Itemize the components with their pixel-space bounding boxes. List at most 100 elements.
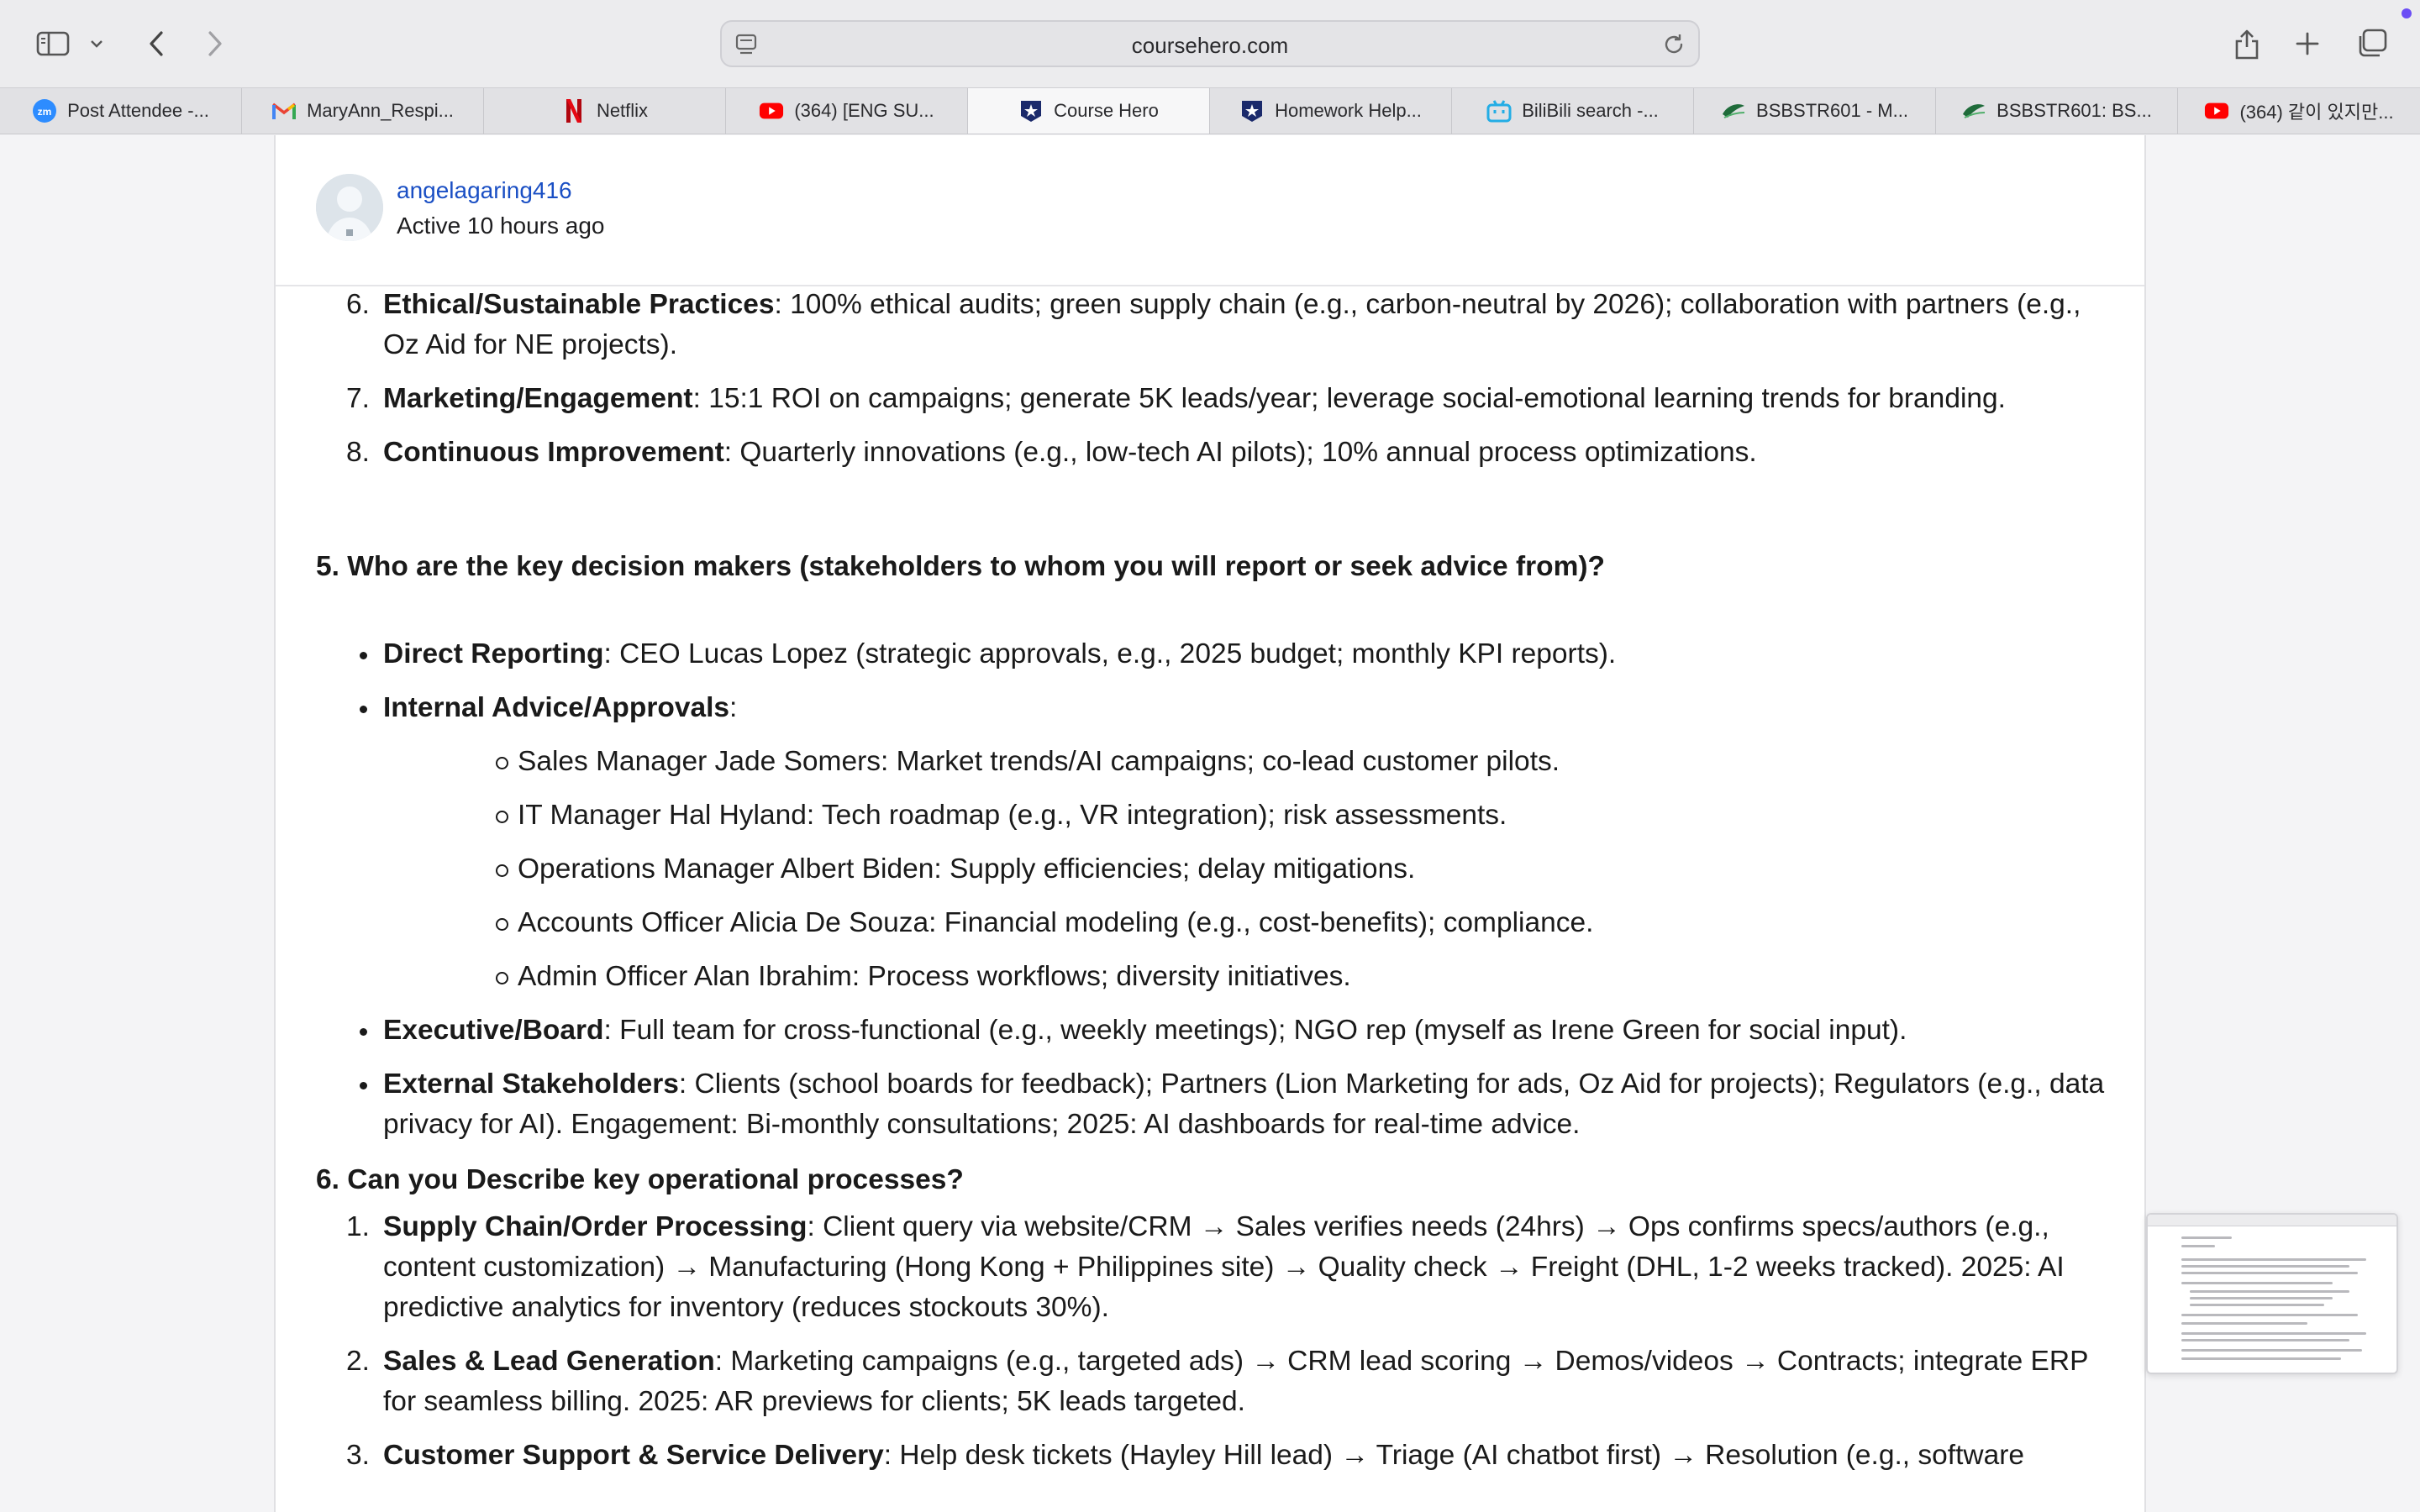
tab-course-hero[interactable]: Course Hero — [968, 88, 1210, 134]
tab-label: (364) [ENG SU... — [794, 100, 934, 121]
tab-bsbstr601-bs[interactable]: BSBSTR601: BS... — [1936, 88, 2178, 134]
tab-label: Netflix — [596, 100, 649, 121]
coursehero-icon — [1018, 98, 1044, 123]
sub-list-item: Admin Officer Alan Ibrahim: Process work… — [383, 957, 2114, 997]
internal-advisors-list: Sales Manager Jade Somers: Market trends… — [383, 742, 2114, 997]
tab-label: BSBSTR601: BS... — [1996, 100, 2152, 121]
tab-label: (364) 같이 있지만... — [2239, 102, 2394, 123]
item-term: Marketing/Engagement — [383, 383, 693, 414]
coursehero-icon — [1239, 98, 1265, 123]
screenshot-thumbnail[interactable] — [2146, 1213, 2398, 1374]
list-item: 6. Ethical/Sustainable Practices: 100% et… — [316, 285, 2114, 365]
thumbnail-line — [2181, 1236, 2232, 1239]
tab-youtube-korean[interactable]: (364) 같이 있지만... — [2178, 88, 2420, 134]
thumbnail-line — [2181, 1332, 2366, 1335]
thumbnail-line — [2181, 1322, 2307, 1325]
svg-text:zm: zm — [38, 106, 52, 118]
goals-list: 6. Ethical/Sustainable Practices: 100% et… — [316, 285, 2114, 473]
list-item: 8. Continuous Improvement: Quarterly inno… — [316, 433, 2114, 473]
question-6-heading: 6. Can you Describe key operational proc… — [316, 1164, 964, 1195]
netflix-icon — [561, 98, 587, 123]
browser-toolbar: coursehero.com — [0, 0, 2420, 87]
sidebar-toggle-icon[interactable] — [30, 18, 76, 69]
thumbnail-line — [2181, 1272, 2358, 1274]
item-term: Direct Reporting — [383, 638, 604, 669]
item-text: : Quarterly innovations (e.g., low-tech … — [723, 437, 1757, 468]
list-number: 8. — [346, 437, 370, 468]
tab-label: BSBSTR601 - M... — [1756, 100, 1908, 121]
item-term: Ethical/Sustainable Practices — [383, 289, 775, 320]
answer-card: angelagaring416 Active 10 hours ago 6. Et… — [274, 135, 2146, 1512]
reload-icon[interactable] — [1661, 32, 1686, 61]
thumbnail-line — [2190, 1304, 2324, 1306]
tab-label: Post Attendee -... — [67, 100, 209, 121]
thumbnail-line — [2181, 1357, 2341, 1360]
tab-bilibili[interactable]: BiliBili search -... — [1452, 88, 1694, 134]
list-item: 2. Sales & Lead Generation: Marketing cam… — [316, 1341, 2114, 1422]
thumbnail-line — [2181, 1245, 2215, 1247]
sub-list-item: Sales Manager Jade Somers: Market trends… — [383, 742, 2114, 782]
thumbnail-line — [2181, 1339, 2349, 1341]
tab-bsbstr601-m[interactable]: BSBSTR601 - M... — [1694, 88, 1936, 134]
tab-bar: zm Post Attendee -... MaryAnn_Respi... N… — [0, 87, 2420, 134]
address-bar[interactable]: coursehero.com — [720, 20, 1700, 67]
list-number: 6. — [346, 289, 370, 320]
list-item: 3. Customer Support & Service Delivery: H… — [316, 1436, 2114, 1476]
leaf-icon — [1721, 98, 1746, 123]
gmail-icon — [271, 98, 297, 123]
thumbnail-line — [2190, 1290, 2349, 1293]
list-number: 7. — [346, 383, 370, 414]
tab-maryann[interactable]: MaryAnn_Respi... — [242, 88, 484, 134]
list-number: 3. — [346, 1440, 370, 1471]
item-term: Supply Chain/Order Processing — [383, 1211, 808, 1242]
answer-content: 6. Ethical/Sustainable Practices: 100% et… — [316, 285, 2114, 1476]
tab-label: Course Hero — [1054, 100, 1159, 121]
item-text: : — [729, 692, 738, 723]
tab-youtube-eng[interactable]: (364) [ENG SU... — [726, 88, 968, 134]
tab-overview-icon[interactable] — [2353, 18, 2390, 69]
thumbnail-line — [2181, 1314, 2358, 1316]
new-tab-icon[interactable] — [2289, 18, 2326, 69]
list-number: 2. — [346, 1346, 370, 1377]
thumbnail-toolbar — [2148, 1215, 2396, 1226]
chevron-down-icon[interactable] — [84, 18, 109, 69]
back-icon[interactable] — [138, 18, 175, 69]
sub-list-item: Operations Manager Albert Biden: Supply … — [383, 849, 2114, 890]
tab-homework-help[interactable]: Homework Help... — [1210, 88, 1452, 134]
list-item: Direct Reporting: CEO Lucas Lopez (strat… — [316, 634, 2114, 675]
tab-label: BiliBili search -... — [1522, 100, 1659, 121]
list-item: 1. Supply Chain/Order Processing: Client … — [316, 1207, 2114, 1328]
bilibili-icon — [1486, 98, 1512, 123]
sub-list-item: IT Manager Hal Hyland: Tech roadmap (e.g… — [383, 795, 2114, 836]
tab-post-attendee[interactable]: zm Post Attendee -... — [0, 88, 242, 134]
item-term: Executive/Board — [383, 1015, 604, 1046]
thumbnail-line — [2190, 1297, 2333, 1299]
forward-icon[interactable] — [197, 18, 234, 69]
item-term: Internal Advice/Approvals — [383, 692, 730, 723]
page-viewport: angelagaring416 Active 10 hours ago 6. Et… — [0, 135, 2420, 1512]
tab-label: MaryAnn_Respi... — [307, 100, 454, 121]
item-text: : Full team for cross-functional (e.g., … — [603, 1015, 1907, 1046]
item-term: Continuous Improvement — [383, 437, 724, 468]
item-term: Sales & Lead Generation — [383, 1346, 715, 1377]
item-text: : 15:1 ROI on campaigns; generate 5K lea… — [692, 383, 2006, 414]
list-item: 7. Marketing/Engagement: 15:1 ROI on camp… — [316, 379, 2114, 419]
list-number: 1. — [346, 1211, 370, 1242]
item-term: Customer Support & Service Delivery — [383, 1440, 884, 1471]
item-term: External Stakeholders — [383, 1068, 679, 1100]
author-active-status: Active 10 hours ago — [397, 213, 605, 239]
address-url[interactable]: coursehero.com — [722, 33, 1698, 59]
thumbnail-line — [2181, 1349, 2362, 1352]
author-username-link[interactable]: angelagaring416 — [397, 177, 572, 204]
tab-netflix[interactable]: Netflix — [484, 88, 726, 134]
processes-list: 1. Supply Chain/Order Processing: Client … — [316, 1207, 2114, 1476]
list-item: External Stakeholders: Clients (school b… — [316, 1064, 2114, 1145]
avatar[interactable] — [316, 174, 383, 241]
item-text: : CEO Lucas Lopez (strategic approvals, … — [603, 638, 1617, 669]
stakeholders-list: Direct Reporting: CEO Lucas Lopez (strat… — [316, 634, 2114, 1145]
sub-list-item: Accounts Officer Alicia De Souza: Financ… — [383, 903, 2114, 943]
recording-indicator-icon — [2402, 8, 2412, 18]
share-icon[interactable] — [2228, 18, 2265, 69]
thumbnail-line — [2181, 1265, 2349, 1268]
list-item: Internal Advice/Approvals: Sales Manager… — [316, 688, 2114, 997]
